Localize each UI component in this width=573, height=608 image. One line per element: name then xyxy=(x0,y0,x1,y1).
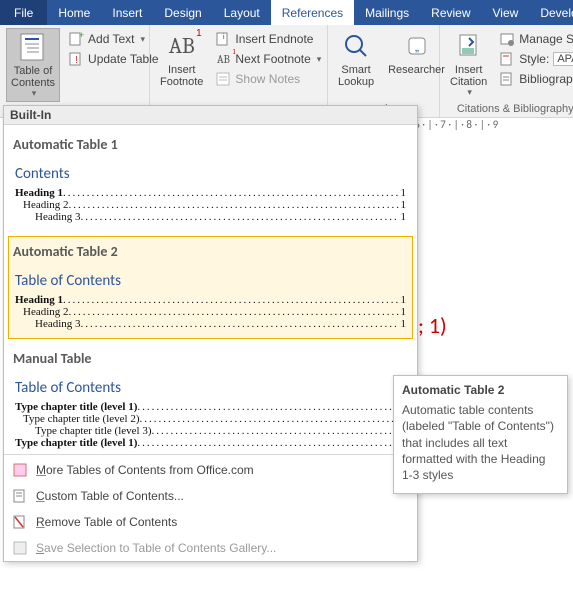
add-text-button[interactable]: + Add Text▾ xyxy=(66,30,161,48)
save-selection-gallery-button: Save Selection to Table of Contents Gall… xyxy=(4,535,417,561)
toc-preview-row: Heading 1...............................… xyxy=(11,187,410,199)
next-footnote-button[interactable]: AB1 Next Footnote▾ xyxy=(213,50,323,68)
toc-preview-heading: Table of Contents xyxy=(11,264,410,294)
tab-mailings[interactable]: Mailings xyxy=(354,0,420,25)
svg-text:!: ! xyxy=(75,55,78,66)
toc-preview-row: Heading 2...............................… xyxy=(11,199,410,211)
manage-sources-button[interactable]: Manage So xyxy=(497,30,573,48)
gallery-item-auto-table-1[interactable]: Automatic Table 1 Contents Heading 1....… xyxy=(8,129,413,232)
caret-icon: ▾ xyxy=(467,88,472,98)
bibliography-icon xyxy=(499,71,515,87)
custom-toc-icon xyxy=(12,488,28,504)
toc-preview-row: Type chapter title (level 1)............… xyxy=(11,437,410,449)
toc-preview-heading: Table of Contents xyxy=(11,371,410,401)
insert-citation-button[interactable]: Insert Citation ▾ xyxy=(446,28,491,100)
toc-gallery-dropdown: Built-In Automatic Table 1 Contents Head… xyxy=(3,105,418,562)
save-gallery-icon xyxy=(12,540,28,556)
show-notes-button[interactable]: Show Notes xyxy=(213,70,323,88)
group-citations: Insert Citation ▾ Manage So Style: APA xyxy=(440,25,573,117)
tab-references[interactable]: References xyxy=(271,0,354,25)
tab-review[interactable]: Review xyxy=(420,0,481,25)
style-icon xyxy=(499,51,515,67)
remove-toc-button[interactable]: Remove Table of Contents xyxy=(4,509,417,535)
toc-preview-row: Type chapter title (level 2)............… xyxy=(11,413,410,425)
caret-icon: ▾ xyxy=(141,34,146,45)
toc-preview-row: Type chapter title (level 3)............… xyxy=(11,425,410,437)
more-toc-office-button[interactable]: MMore Tables of Contents from Office.com… xyxy=(4,457,417,483)
gallery-item-title: Manual Table xyxy=(11,346,410,371)
group-label-citations: Citations & Bibliography xyxy=(446,103,573,115)
group-table-of-contents: Table of Contents ▾ + Add Text▾ ! Update… xyxy=(0,25,150,117)
toc-preview-row: Type chapter title (level 1)............… xyxy=(11,401,410,413)
toc-preview-row: Heading 3...............................… xyxy=(11,318,410,330)
toc-preview-row: Heading 2...............................… xyxy=(11,306,410,318)
gallery-footer: MMore Tables of Contents from Office.com… xyxy=(4,457,417,561)
dropdown-caret-icon: ▾ xyxy=(32,89,37,99)
smart-lookup-icon xyxy=(340,30,372,62)
toc-icon xyxy=(17,31,49,63)
tab-insert[interactable]: Insert xyxy=(101,0,153,25)
tooltip-title: Automatic Table 2 xyxy=(402,382,559,398)
toc-preview-row: Heading 3...............................… xyxy=(11,211,410,223)
gallery-item-manual-table[interactable]: Manual Table Table of Contents Type chap… xyxy=(8,343,413,450)
update-table-button[interactable]: ! Update Table xyxy=(66,50,161,68)
caret-icon: ▾ xyxy=(317,54,322,65)
group-footnotes: AB 1 Insert Footnote i Insert Endnote AB… xyxy=(150,25,328,117)
tooltip-body: Automatic table contents (labeled "Table… xyxy=(402,402,559,483)
next-footnote-icon: AB1 xyxy=(215,51,231,67)
remove-toc-icon xyxy=(12,514,28,530)
insert-citation-icon xyxy=(453,30,485,62)
bibliography-button[interactable]: Bibliograph xyxy=(497,70,573,88)
group-research: Smart Lookup „ Researcher rch xyxy=(328,25,440,117)
tooltip-auto-table-2: Automatic Table 2 Automatic table conten… xyxy=(393,375,568,494)
manage-sources-icon xyxy=(499,31,515,47)
insert-footnote-button[interactable]: AB 1 Insert Footnote xyxy=(156,28,207,90)
tab-layout[interactable]: Layout xyxy=(213,0,271,25)
tab-design[interactable]: Design xyxy=(153,0,212,25)
style-value[interactable]: APA xyxy=(553,52,573,66)
style-selector[interactable]: Style: APA xyxy=(497,50,573,68)
table-of-contents-label: Table of Contents xyxy=(11,65,55,89)
toc-preview-row: Heading 1...............................… xyxy=(11,294,410,306)
gallery-item-title: Automatic Table 1 xyxy=(11,132,410,157)
table-of-contents-button[interactable]: Table of Contents ▾ xyxy=(6,28,60,102)
add-text-icon: + xyxy=(68,31,84,47)
show-notes-icon xyxy=(215,71,231,87)
svg-text:„: „ xyxy=(415,40,419,54)
endnote-icon: i xyxy=(215,31,231,47)
insert-endnote-button[interactable]: i Insert Endnote xyxy=(213,30,323,48)
gallery-item-title: Automatic Table 2 xyxy=(11,239,410,264)
tab-home[interactable]: Home xyxy=(47,0,101,25)
office-icon xyxy=(12,462,28,478)
smart-lookup-button[interactable]: Smart Lookup xyxy=(334,28,378,90)
researcher-icon: „ xyxy=(401,30,433,62)
custom-toc-button[interactable]: Custom Table of Contents... xyxy=(4,483,417,509)
tab-developer[interactable]: Develope xyxy=(529,0,573,25)
gallery-item-auto-table-2[interactable]: Automatic Table 2 Table of Contents Head… xyxy=(8,236,413,339)
footnote-icon: AB 1 xyxy=(166,30,198,62)
toc-preview-heading: Contents xyxy=(11,157,410,187)
gallery-section-builtin: Built-In xyxy=(4,106,417,125)
svg-text:+: + xyxy=(79,31,84,40)
tab-view[interactable]: View xyxy=(482,0,530,25)
file-tab[interactable]: File xyxy=(0,0,47,25)
document-text-fragment: ; 1) xyxy=(418,312,447,339)
menu-bar: File Home Insert Design Layout Reference… xyxy=(0,0,573,25)
update-table-icon: ! xyxy=(68,51,84,67)
